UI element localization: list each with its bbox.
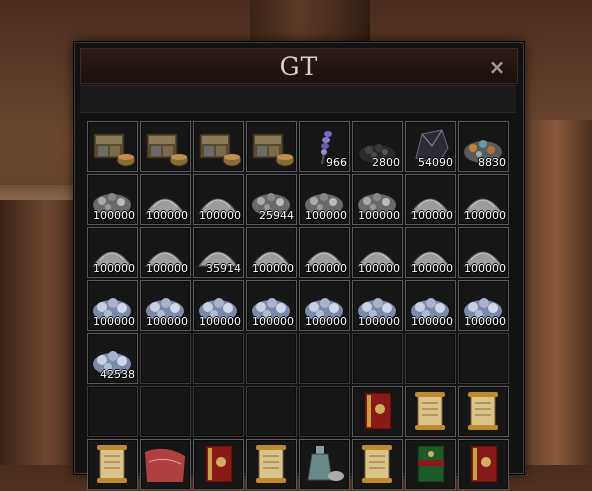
inventory-slot[interactable]: 100000: [140, 280, 191, 331]
item-quantity: 100000: [411, 315, 453, 328]
empty-inventory-slot[interactable]: [246, 333, 297, 384]
treasure-chest-icon: [249, 124, 295, 169]
inventory-slot[interactable]: [140, 121, 191, 172]
inventory-slot[interactable]: 100000: [87, 280, 138, 331]
inventory-slot[interactable]: 100000: [352, 174, 403, 225]
item-quantity: 100000: [411, 262, 453, 275]
empty-inventory-slot[interactable]: [299, 333, 350, 384]
item-quantity: 35914: [206, 262, 241, 275]
item-quantity: 54090: [418, 156, 453, 169]
empty-inventory-slot[interactable]: [140, 333, 191, 384]
inventory-slot[interactable]: 100000: [193, 280, 244, 331]
item-quantity: 100000: [305, 262, 347, 275]
empty-inventory-slot[interactable]: [193, 333, 244, 384]
inventory-slot[interactable]: 100000: [246, 280, 297, 331]
scroll-icon: [408, 389, 453, 434]
close-icon[interactable]: ×: [487, 57, 507, 77]
treasure-chest-icon: [143, 124, 189, 169]
item-quantity: 100000: [252, 262, 294, 275]
inventory-slot[interactable]: [352, 386, 403, 437]
inventory-slot[interactable]: 100000: [246, 227, 297, 278]
item-quantity: 100000: [93, 315, 135, 328]
background-beam: [250, 0, 370, 45]
treasure-chest-icon: [196, 124, 242, 169]
inventory-slot[interactable]: 100000: [140, 227, 191, 278]
item-quantity: 100000: [199, 209, 241, 222]
empty-inventory-slot[interactable]: [193, 386, 244, 437]
item-quantity: 100000: [464, 209, 506, 222]
item-quantity: 42538: [100, 368, 135, 381]
inventory-slot[interactable]: 2800: [352, 121, 403, 172]
item-quantity: 100000: [305, 315, 347, 328]
empty-inventory-slot[interactable]: [405, 333, 456, 384]
storage-window: GT × 966 2800 54090 8830 100000 100000 1…: [74, 42, 524, 490]
scroll-icon: [461, 389, 506, 434]
background-wall-right: [520, 120, 592, 465]
title-bar[interactable]: GT ×: [80, 48, 518, 84]
inventory-slot[interactable]: 8830: [458, 121, 509, 172]
inventory-slot[interactable]: [458, 386, 509, 437]
toolbar-bar: [80, 85, 516, 113]
inventory-slot[interactable]: 100000: [87, 174, 138, 225]
item-quantity: 100000: [252, 315, 294, 328]
inventory-slot[interactable]: 54090: [405, 121, 456, 172]
inventory-slot[interactable]: 100000: [405, 227, 456, 278]
empty-inventory-slot[interactable]: [140, 386, 191, 437]
item-quantity: 100000: [358, 315, 400, 328]
inventory-slot[interactable]: 100000: [352, 227, 403, 278]
item-quantity: 100000: [358, 262, 400, 275]
empty-inventory-slot[interactable]: [87, 386, 138, 437]
inventory-slot[interactable]: [87, 121, 138, 172]
item-quantity: 100000: [305, 209, 347, 222]
inventory-slot[interactable]: 100000: [458, 280, 509, 331]
inventory-slot[interactable]: 42538: [87, 333, 138, 384]
empty-inventory-slot[interactable]: [352, 333, 403, 384]
item-quantity: 100000: [464, 315, 506, 328]
empty-inventory-slot[interactable]: [246, 386, 297, 437]
item-quantity: 966: [326, 156, 347, 169]
item-quantity: 100000: [93, 262, 135, 275]
red-book-icon: [355, 389, 400, 434]
inventory-slot[interactable]: 966: [299, 121, 350, 172]
inventory-slot[interactable]: 25944: [246, 174, 297, 225]
inventory-slot[interactable]: 100000: [299, 227, 350, 278]
inventory-slot[interactable]: 35914: [193, 227, 244, 278]
inventory-slot[interactable]: 100000: [405, 174, 456, 225]
item-quantity: 2800: [372, 156, 400, 169]
empty-inventory-slot[interactable]: [458, 333, 509, 384]
item-quantity: 100000: [93, 209, 135, 222]
item-quantity: 100000: [146, 262, 188, 275]
inventory-slot[interactable]: 100000: [405, 280, 456, 331]
item-quantity: 8830: [478, 156, 506, 169]
item-quantity: 100000: [411, 209, 453, 222]
item-quantity: 25944: [259, 209, 294, 222]
inventory-grid: 966 2800 54090 8830 100000 100000 100000…: [87, 121, 509, 490]
treasure-chest-icon: [90, 124, 136, 169]
item-quantity: 100000: [199, 315, 241, 328]
inventory-slot[interactable]: [193, 121, 244, 172]
inventory-slot[interactable]: [405, 386, 456, 437]
inventory-slot[interactable]: 100000: [352, 280, 403, 331]
item-quantity: 100000: [146, 315, 188, 328]
inventory-slot[interactable]: [246, 121, 297, 172]
inventory-slot[interactable]: 100000: [299, 174, 350, 225]
inventory-slot[interactable]: 100000: [140, 174, 191, 225]
item-quantity: 100000: [464, 262, 506, 275]
empty-inventory-slot[interactable]: [299, 386, 350, 437]
inventory-slot[interactable]: 100000: [193, 174, 244, 225]
inventory-slot[interactable]: 100000: [458, 174, 509, 225]
inventory-slot[interactable]: 100000: [299, 280, 350, 331]
window-title: GT: [279, 52, 319, 81]
background-wall-left: [0, 200, 76, 465]
inventory-slot[interactable]: 100000: [458, 227, 509, 278]
item-quantity: 100000: [358, 209, 400, 222]
inventory-slot[interactable]: 100000: [87, 227, 138, 278]
item-quantity: 100000: [146, 209, 188, 222]
